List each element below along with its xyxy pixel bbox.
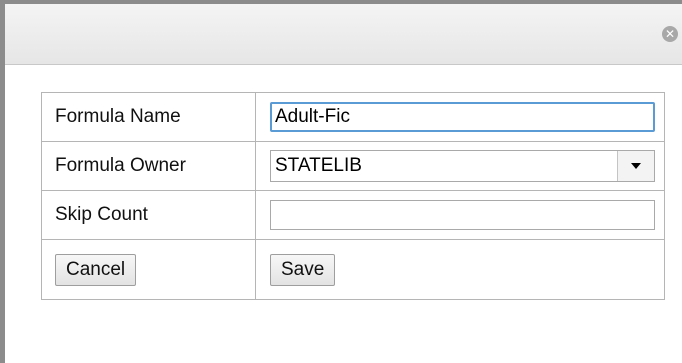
cancel-button[interactable]: Cancel — [55, 253, 137, 286]
skip-count-label: Skip Count — [41, 190, 256, 240]
skip-count-cell — [255, 190, 665, 240]
dropdown-arrow-button[interactable] — [617, 151, 654, 181]
cancel-cell: Cancel — [41, 239, 256, 300]
skip-count-input[interactable] — [270, 200, 655, 230]
formula-name-cell — [255, 92, 665, 142]
formula-name-label: Formula Name — [41, 92, 256, 142]
dialog-titlebar: ✕ — [5, 4, 682, 65]
actions-row: Cancel Save — [41, 239, 665, 300]
formula-dialog: ✕ Formula Name Formula Owner STATELIB — [0, 0, 682, 363]
formula-owner-select[interactable]: STATELIB — [270, 150, 655, 182]
formula-name-input[interactable] — [270, 102, 655, 132]
formula-form-table: Formula Name Formula Owner STATELIB Skip — [41, 92, 665, 300]
close-icon[interactable]: ✕ — [662, 26, 678, 42]
save-cell: Save — [255, 239, 665, 300]
chevron-down-icon — [631, 163, 641, 169]
formula-owner-cell: STATELIB — [255, 141, 665, 191]
formula-owner-selected-value: STATELIB — [275, 155, 362, 176]
save-button[interactable]: Save — [270, 253, 336, 286]
formula-owner-label: Formula Owner — [41, 141, 256, 191]
skip-count-row: Skip Count — [41, 190, 665, 240]
formula-owner-row: Formula Owner STATELIB — [41, 141, 665, 191]
formula-name-row: Formula Name — [41, 92, 665, 142]
